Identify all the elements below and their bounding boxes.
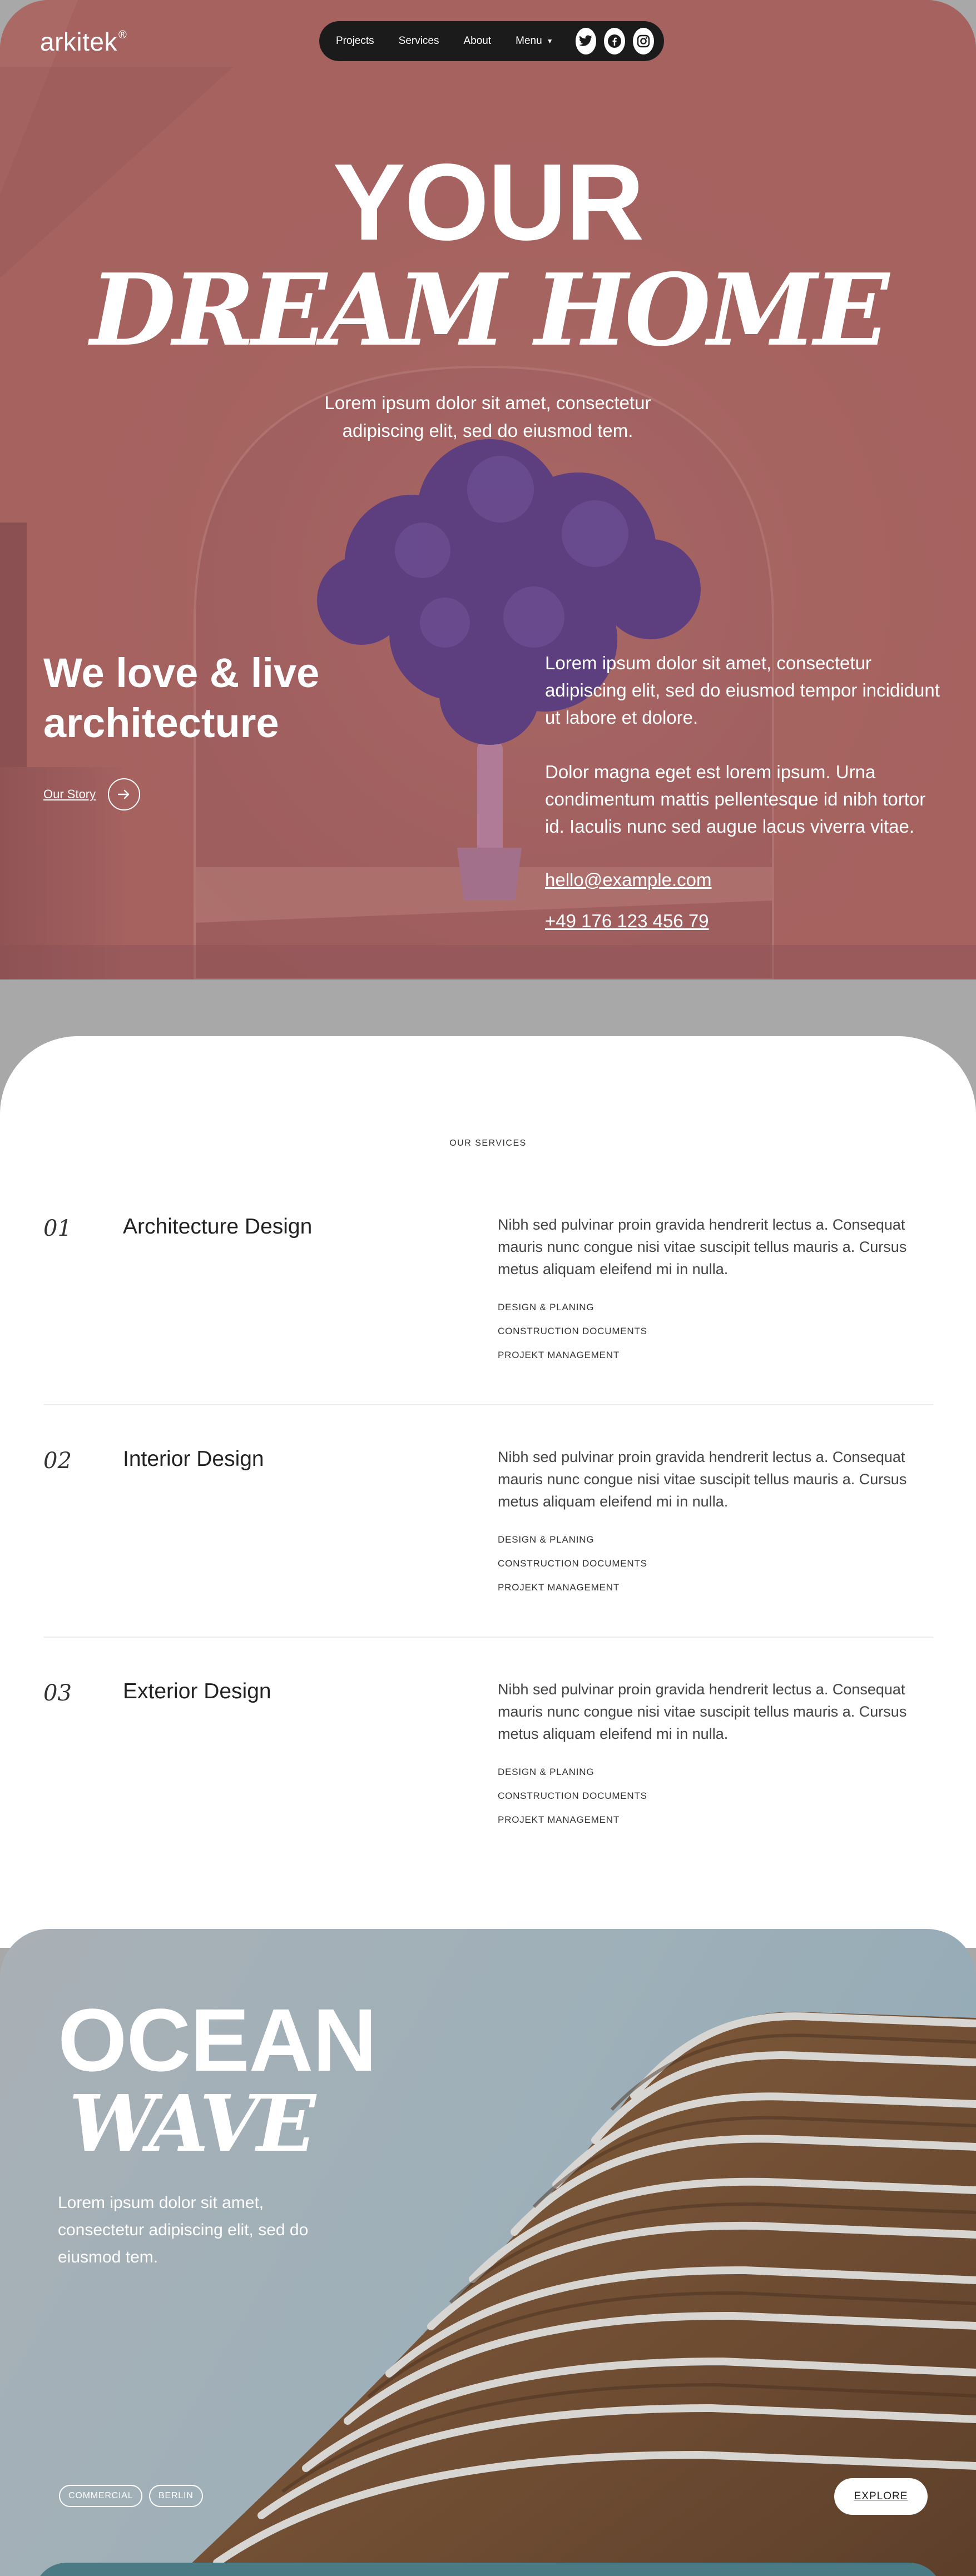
service-tag: CONSTRUCTION DOCUMENTS (498, 1558, 647, 1569)
service-number: 03 (43, 1680, 72, 1706)
about-paragraph-2: Dolor magna eget est lorem ipsum. Urna c… (545, 762, 926, 837)
project-card-ocean-wave[interactable]: OCEAN WAVE Lorem ipsum dolor sit amet, c… (0, 1929, 976, 2576)
our-story-link[interactable]: Our Story (43, 778, 141, 810)
service-title: Interior Design (123, 1447, 264, 1471)
service-tag: PROJEKT MANAGEMENT (498, 1814, 620, 1825)
service-title: Exterior Design (123, 1679, 271, 1703)
hero-section: arkitek ® Projects Services About Menu ▼ … (0, 0, 976, 979)
nav-link-about[interactable]: About (464, 35, 492, 47)
service-description: Nibh sed pulvinar proin gravida hendreri… (498, 1449, 907, 1510)
service-item: 02 Interior Design Nibh sed pulvinar pro… (43, 1447, 933, 1648)
services-section: OUR SERVICES 01 Architecture Design Nibh… (0, 1036, 976, 1948)
contact-phone-link[interactable]: +49 176 123 456 79 (545, 911, 709, 932)
project-title-line1: OCEAN (58, 1990, 377, 2090)
service-tag: DESIGN & PLANING (498, 1302, 594, 1312)
service-description: Nibh sed pulvinar proin gravida hendreri… (498, 1216, 907, 1277)
brand-name: arkitek (40, 27, 117, 56)
service-divider (43, 1637, 933, 1638)
nav-link-projects[interactable]: Projects (336, 35, 374, 47)
service-tag: CONSTRUCTION DOCUMENTS (498, 1791, 647, 1801)
service-tag: CONSTRUCTION DOCUMENTS (498, 1326, 647, 1336)
facebook-icon[interactable] (604, 28, 626, 54)
chevron-down-icon: ▼ (546, 37, 553, 45)
nav-menu-label: Menu (516, 35, 542, 47)
instagram-icon[interactable] (633, 28, 655, 54)
service-tag: PROJEKT MANAGEMENT (498, 1582, 620, 1593)
service-description: Nibh sed pulvinar proin gravida hendreri… (498, 1681, 907, 1742)
our-story-label: Our Story (43, 787, 96, 801)
service-number: 01 (43, 1216, 72, 1241)
brand-registered-mark: ® (118, 29, 127, 41)
service-tag: DESIGN & PLANING (498, 1767, 594, 1777)
explore-button[interactable]: EXPLORE (834, 2478, 928, 2515)
hero-title-line2: DREAM HOME (90, 252, 889, 368)
services-eyebrow: OUR SERVICES (449, 1138, 527, 1148)
nav-link-services[interactable]: Services (399, 35, 439, 47)
twitter-icon[interactable] (575, 28, 597, 54)
service-tag: PROJEKT MANAGEMENT (498, 1350, 620, 1360)
next-project-card-edge (33, 2563, 943, 2576)
brand-logo[interactable]: arkitek ® (40, 27, 127, 57)
project-subtitle: Lorem ipsum dolor sit amet, consectetur … (58, 2194, 309, 2266)
project-tag-commercial[interactable]: COMMERCIAL (59, 2485, 143, 2507)
service-item: 01 Architecture Design Nibh sed pulvinar… (43, 1215, 933, 1416)
service-title: Architecture Design (123, 1215, 313, 1239)
project-tag-berlin[interactable]: BERLIN (149, 2485, 203, 2507)
hero-title-line1: YOUR (333, 141, 644, 263)
about-heading: We love & live architecture (43, 650, 320, 746)
main-nav: Projects Services About Menu ▼ (319, 21, 664, 61)
project-title-line2: WAVE (69, 2078, 316, 2170)
arrow-right-icon[interactable] (108, 778, 141, 810)
service-item: 03 Exterior Design Nibh sed pulvinar pro… (43, 1679, 933, 1881)
service-divider (43, 1404, 933, 1405)
service-number: 02 (43, 1448, 72, 1474)
service-tag: DESIGN & PLANING (498, 1534, 594, 1545)
about-paragraph-1: Lorem ipsum dolor sit amet, consectetur … (545, 653, 940, 728)
nav-menu-dropdown[interactable]: Menu ▼ (516, 35, 553, 47)
contact-email-link[interactable]: hello@example.com (545, 869, 711, 891)
hero-subtitle: Lorem ipsum dolor sit amet, consectetur … (324, 392, 651, 441)
